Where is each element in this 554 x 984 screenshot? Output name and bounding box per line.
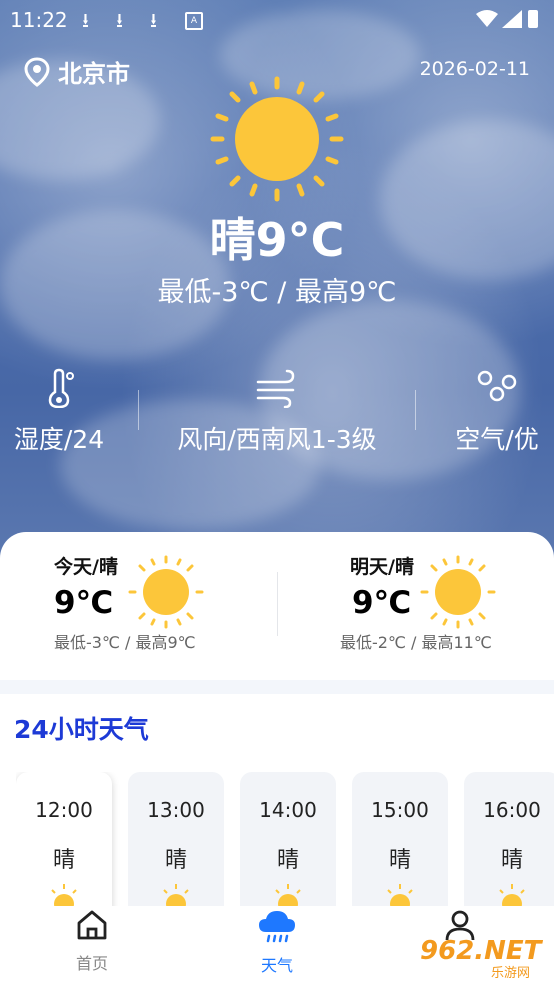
sun-icon (163, 884, 189, 912)
sun-icon (387, 884, 413, 912)
status-bar: 11:22 ⭳ ⭳ ⭳ A (0, 0, 554, 36)
sun-icon (51, 884, 77, 912)
nav-label: 天气 (260, 956, 293, 975)
metric-air: 空气/优 (440, 368, 554, 456)
battery-icon (528, 10, 538, 28)
metric-divider (415, 390, 416, 430)
wind-icon (256, 369, 295, 409)
nav-home[interactable]: 首页 (32, 906, 152, 974)
hour-card[interactable]: 12:00 晴 (16, 772, 112, 912)
download-icon: ⭳ (116, 8, 123, 32)
status-time: 11:22 (10, 8, 68, 32)
location-pin-icon (24, 56, 50, 87)
day-range: 最低-3℃ / 最高9℃ (54, 633, 196, 652)
hour-weather: 晴 (388, 848, 411, 873)
metric-label: 风向/西南风1-3级 (177, 425, 377, 454)
air-quality-icon (477, 370, 517, 402)
notification-icon: A (185, 12, 203, 30)
download-icon: ⭳ (150, 8, 157, 32)
hour-weather: 晴 (164, 848, 187, 873)
metric-label: 湿度/24 (13, 425, 105, 454)
city-name: 北京市 (58, 60, 130, 88)
hour-card[interactable]: 13:00 晴 (128, 772, 224, 912)
watermark-sub: 乐游网 (488, 962, 534, 981)
hour-time: 16:00 (483, 798, 541, 822)
hourly-title: 24小时天气 (14, 715, 149, 744)
section-gap (0, 680, 554, 694)
metric-wind: 风向/西南风1-3级 (150, 368, 404, 456)
current-date: 2026-02-11 (419, 58, 530, 80)
hour-time: 13:00 (147, 798, 205, 822)
weather-hero: 11:22 ⭳ ⭳ ⭳ A 北京市 2026-02-11 晴9°C 最低-3℃ … (0, 0, 554, 560)
hour-card[interactable]: 16:00 晴 (464, 772, 554, 912)
metric-divider (138, 390, 139, 430)
nav-weather[interactable]: 天气 (217, 906, 337, 976)
day-range: 最低-2℃ / 最高11℃ (340, 633, 492, 652)
hour-weather: 晴 (52, 848, 75, 873)
wifi-icon (476, 10, 498, 27)
hour-weather: 晴 (500, 848, 523, 873)
current-temp-range: 最低-3℃ / 最高9℃ (157, 277, 397, 308)
day-divider (277, 572, 278, 636)
download-icon: ⭳ (82, 8, 89, 32)
hour-weather: 晴 (276, 848, 299, 873)
signal-icon (502, 10, 522, 28)
sun-icon (275, 884, 301, 912)
hour-time: 12:00 (35, 798, 93, 822)
sun-icon (128, 555, 204, 629)
sun-icon (210, 76, 344, 202)
location[interactable]: 北京市 (24, 54, 130, 89)
metric-label: 空气/优 (455, 425, 539, 454)
cloud-rain-icon (259, 911, 295, 943)
current-condition-temp: 晴9°C (209, 213, 345, 267)
hour-card[interactable]: 15:00 晴 (352, 772, 448, 912)
sun-icon (420, 555, 496, 629)
hour-card[interactable]: 14:00 晴 (240, 772, 336, 912)
sun-icon (499, 884, 525, 912)
hour-time: 15:00 (371, 798, 429, 822)
home-icon (77, 910, 107, 940)
hour-time: 14:00 (259, 798, 317, 822)
watermark-logo: 962.NET 乐游网 (418, 934, 552, 981)
hourly-list[interactable]: 12:00 晴 13:00 晴 14:00 晴 15:00 晴 16:00 晴 (16, 772, 554, 912)
thermometer-icon (48, 368, 74, 409)
nav-label: 首页 (75, 954, 108, 973)
metric-humidity: 湿度/24 (0, 368, 118, 456)
